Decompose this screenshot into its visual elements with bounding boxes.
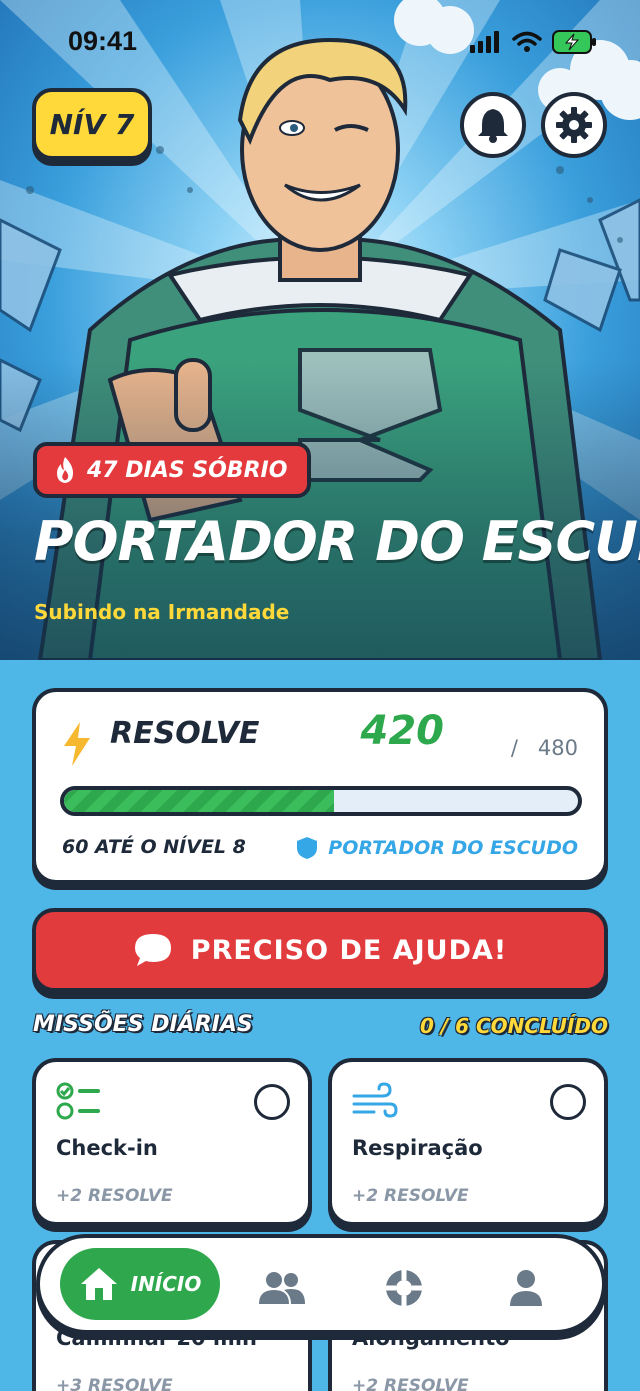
community-icon (259, 1272, 305, 1304)
resolve-card: RESOLVE 420 / 480 60 ATÉ O NÍVEL 8 PORTA… (32, 688, 608, 884)
battery-charging-icon (552, 30, 596, 54)
mission-name: Respiração (352, 1136, 483, 1160)
profile-icon (510, 1270, 542, 1306)
missions-title: MISSÕES DIÁRIAS (33, 1012, 253, 1037)
notifications-button[interactable] (460, 92, 526, 158)
home-icon (80, 1268, 117, 1300)
nav-profile-tab[interactable] (502, 1264, 550, 1312)
resolve-separator: / (510, 736, 518, 760)
nav-home-label: INÍCIO (130, 1272, 202, 1296)
sober-days-label: 47 DIAS SÓBRIO (87, 457, 288, 483)
rank-title: PORTADOR DO ESCUDO (34, 510, 640, 573)
status-icons (470, 30, 598, 54)
level-badge: NÍV 7 (32, 88, 152, 160)
shield-icon (297, 837, 318, 859)
wind-icon (352, 1082, 398, 1118)
nav-support-tab[interactable] (380, 1264, 428, 1312)
nav-home-tab[interactable]: INÍCIO (60, 1248, 220, 1320)
chat-bubble-icon (134, 934, 171, 966)
mission-reward: +2 RESOLVE (352, 1186, 469, 1206)
mission-reward: +2 RESOLVE (56, 1186, 173, 1206)
mission-reward: +3 RESOLVE (56, 1376, 173, 1391)
mission-checkbox[interactable] (254, 1084, 290, 1120)
settings-button[interactable] (541, 92, 607, 158)
lightning-icon (64, 722, 90, 766)
mission-card-checkin[interactable]: Check-in +2 RESOLVE (32, 1058, 312, 1226)
resolve-progress-bar (60, 786, 582, 816)
mission-name: Check-in (56, 1136, 158, 1160)
resolve-progress-fill (64, 790, 334, 812)
hero-banner: 09:41 NÍV 7 47 DIAS SÓBRIO PORTADOR DO E… (0, 0, 640, 660)
mission-reward: +2 RESOLVE (352, 1376, 469, 1391)
resolve-max-value: 480 (537, 736, 578, 760)
clock-time: 09:41 (68, 26, 138, 56)
help-button-label: PRECISO DE AJUDA! (190, 934, 508, 966)
gear-icon (556, 107, 592, 143)
bottom-navigation: INÍCIO (36, 1234, 606, 1334)
mission-checkbox[interactable] (550, 1084, 586, 1120)
missions-progress: 0 / 6 CONCLUÍDO (419, 1014, 608, 1038)
cellular-signal-icon (470, 31, 499, 53)
to-next-level-label: 60 ATÉ O NÍVEL 8 (62, 836, 246, 858)
wifi-icon (512, 31, 542, 52)
flame-icon (57, 457, 73, 483)
mission-card-breathing[interactable]: Respiração +2 RESOLVE (328, 1058, 608, 1226)
sober-streak-badge: 47 DIAS SÓBRIO (33, 442, 312, 498)
resolve-current-value: 420 (360, 708, 445, 754)
bell-icon (478, 109, 508, 143)
current-rank: PORTADOR DO ESCUDO (296, 836, 578, 860)
lifebuoy-icon (386, 1270, 422, 1306)
checklist-icon (56, 1082, 100, 1120)
status-bar: 09:41 (0, 0, 640, 86)
help-button[interactable]: PRECISO DE AJUDA! (32, 908, 608, 992)
nav-community-tab[interactable] (258, 1264, 306, 1312)
app-screen: 09:41 NÍV 7 47 DIAS SÓBRIO PORTADOR DO E… (0, 0, 640, 1391)
rank-subtitle: Subindo na Irmandade (34, 600, 290, 624)
resolve-label: RESOLVE (110, 716, 260, 751)
current-rank-label: PORTADOR DO ESCUDO (328, 837, 578, 859)
